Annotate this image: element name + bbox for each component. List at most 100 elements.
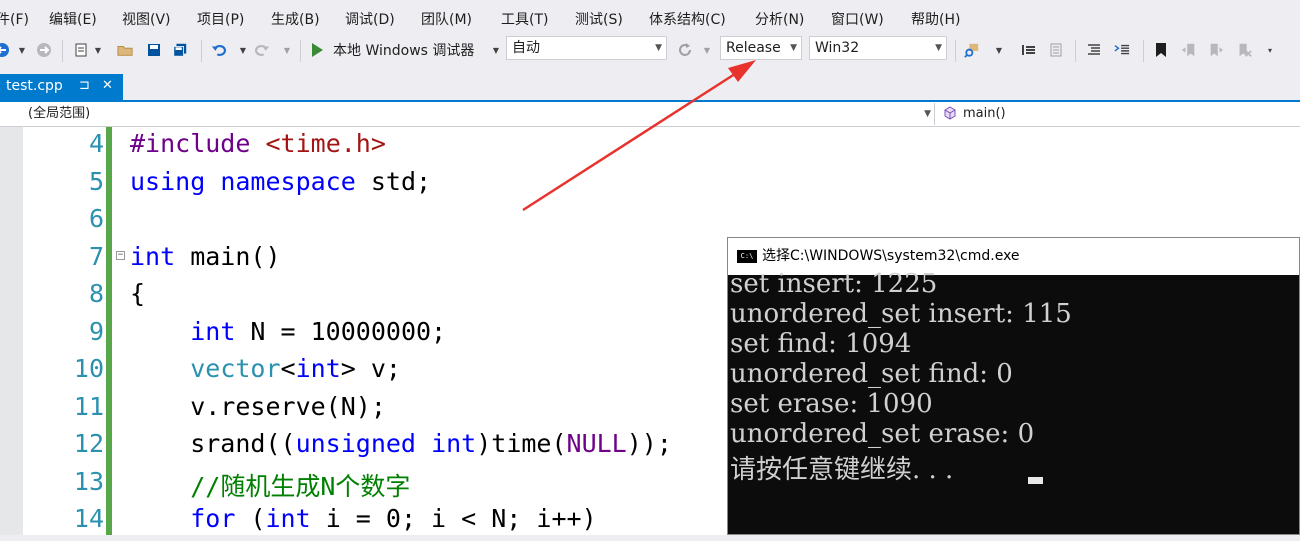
menu-project[interactable]: 项目(P)	[197, 9, 244, 29]
code-token: > v;	[340, 354, 401, 383]
menu-edit[interactable]: 编辑(E)	[49, 9, 97, 29]
close-icon[interactable]: ✕	[102, 78, 113, 93]
local-windows-debugger-button[interactable]: 本地 Windows 调试器	[333, 40, 474, 60]
console-line: unordered_set erase: 0	[730, 419, 1035, 449]
function-value: main()	[963, 106, 1006, 121]
tab-test-cpp[interactable]: test.cpp ⊐ ✕	[0, 74, 123, 101]
find-in-files-icon[interactable]	[964, 42, 980, 58]
indent-decrease-icon[interactable]	[1021, 42, 1037, 58]
bookmark-icon[interactable]	[1153, 42, 1169, 58]
menu-architecture[interactable]: 体系结构(C)	[649, 9, 726, 29]
indent-increase-icon[interactable]	[1048, 42, 1064, 58]
code-text: srand((unsigned int)time(NULL));	[130, 429, 672, 458]
menu-bar: 件(F) 编辑(E) 视图(V) 项目(P) 生成(B) 调试(D) 团队(M)…	[0, 0, 1300, 34]
menu-analyze[interactable]: 分析(N)	[755, 9, 804, 29]
console-line: set insert: 1225	[730, 269, 938, 299]
console-cursor	[1028, 477, 1043, 484]
uncomment-lines-icon[interactable]	[1114, 42, 1130, 58]
code-token: vector	[190, 354, 281, 383]
code-text: #include <time.h>	[130, 129, 386, 158]
console-line: set find: 1094	[730, 329, 912, 359]
line-number: 11	[73, 391, 104, 421]
redo-dropdown-icon[interactable]: ▼	[279, 42, 295, 58]
menu-view[interactable]: 视图(V)	[122, 9, 171, 29]
previous-bookmark-icon[interactable]	[1181, 42, 1197, 58]
code-token: <	[280, 354, 296, 383]
auto-config-value: 自动	[512, 40, 540, 56]
refresh-dropdown-icon[interactable]: ▼	[699, 42, 715, 58]
solution-platform-value: Win32	[815, 40, 860, 56]
undo-icon[interactable]	[211, 42, 227, 58]
line-number: 7	[88, 241, 104, 271]
change-tracking-bar	[106, 127, 112, 535]
start-debugging-icon[interactable]	[309, 42, 325, 58]
tab-filename: test.cpp	[6, 78, 63, 94]
code-token: {	[130, 279, 146, 308]
glyph-margin[interactable]	[0, 127, 23, 535]
console-line: 请按任意键继续. . .	[730, 455, 954, 485]
redo-icon[interactable]	[254, 42, 270, 58]
code-token: int	[295, 354, 341, 383]
solution-platform-combo[interactable]: Win32 ▼	[809, 36, 947, 60]
menu-help[interactable]: 帮助(H)	[911, 9, 960, 29]
undo-dropdown-icon[interactable]: ▼	[235, 42, 251, 58]
code-token: for	[190, 504, 236, 533]
menu-file[interactable]: 件(F)	[0, 9, 29, 29]
navigate-forward-icon[interactable]	[36, 42, 52, 58]
code-token: )time(	[476, 429, 567, 458]
cmd-icon: C:\	[737, 250, 757, 263]
navigate-back-icon[interactable]	[0, 42, 10, 58]
chevron-down-icon: ▼	[655, 43, 662, 53]
refresh-icon[interactable]	[677, 42, 693, 58]
find-dropdown-icon[interactable]: ▼	[991, 42, 1007, 58]
save-all-icon[interactable]	[172, 42, 188, 58]
scope-combo[interactable]: (全局范围) ▼	[1, 103, 935, 125]
console-window[interactable]: C:\ 选择C:\WINDOWS\system32\cmd.exe set in…	[727, 237, 1300, 535]
function-combo[interactable]: main()	[937, 103, 1300, 125]
menu-tools[interactable]: 工具(T)	[501, 9, 548, 29]
code-text: for (int i = 0; i < N; i++)	[130, 504, 596, 533]
new-project-icon[interactable]	[73, 42, 89, 58]
next-bookmark-icon[interactable]	[1208, 42, 1224, 58]
line-number: 13	[73, 466, 104, 496]
code-token: int	[431, 429, 477, 458]
code-token: srand((	[130, 429, 296, 458]
code-text: //随机生成N个数字	[130, 467, 410, 503]
debugger-dropdown-icon[interactable]: ▼	[488, 42, 504, 58]
clear-bookmarks-icon[interactable]	[1236, 42, 1252, 58]
auto-config-combo[interactable]: 自动 ▼	[506, 36, 667, 60]
new-dropdown-icon[interactable]: ▼	[90, 42, 106, 58]
code-token: int	[130, 241, 176, 271]
menu-test[interactable]: 测试(S)	[575, 9, 623, 29]
code-text: {	[130, 279, 145, 308]
code-token: NULL	[566, 429, 627, 458]
code-token: <time.h>	[265, 129, 386, 158]
line-number: 4	[88, 129, 104, 158]
menu-build[interactable]: 生成(B)	[271, 9, 320, 29]
toolbar-overflow-icon[interactable]: ▾	[1262, 42, 1278, 58]
comment-lines-icon[interactable]	[1086, 42, 1102, 58]
scope-value: (全局范围)	[28, 106, 91, 121]
back-dropdown-icon[interactable]: ▼	[14, 42, 30, 58]
pin-icon[interactable]: ⊐	[79, 78, 90, 93]
menu-team[interactable]: 团队(M)	[421, 9, 472, 29]
line-number: 5	[88, 166, 104, 196]
solution-configuration-combo[interactable]: Release ▼	[720, 36, 802, 60]
line-number: 6	[88, 204, 104, 233]
menu-window[interactable]: 窗口(W)	[831, 9, 884, 29]
save-icon[interactable]	[146, 42, 162, 58]
console-line: unordered_set insert: 115	[730, 299, 1072, 329]
open-folder-icon[interactable]	[117, 42, 133, 58]
code-token: int	[190, 316, 236, 346]
menu-debug[interactable]: 调试(D)	[345, 9, 395, 29]
code-token: int	[265, 504, 311, 533]
toolbar: ▼ ▼ ▼ ▼ 本地 Windows 调试器 ▼ 自动 ▼ ▼ Release …	[0, 34, 1300, 94]
collapse-toggle[interactable]: −	[116, 251, 125, 260]
function-cube-icon	[943, 106, 957, 128]
code-token: (	[235, 504, 266, 533]
